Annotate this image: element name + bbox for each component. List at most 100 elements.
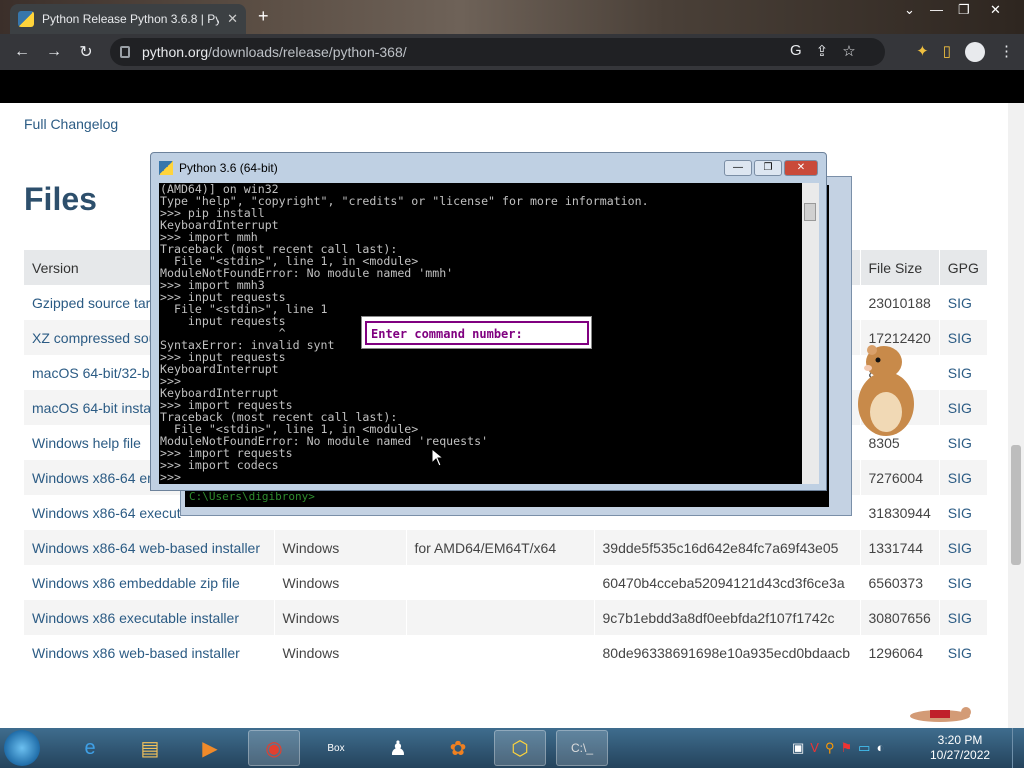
- table-cell: 1296064: [860, 635, 940, 670]
- gpg-signature-link[interactable]: SIG: [948, 575, 972, 591]
- file-download-link[interactable]: macOS 64-bit/32-b: [32, 365, 150, 381]
- files-heading: Files: [24, 181, 97, 217]
- tray-network-icon[interactable]: ▭: [858, 740, 870, 756]
- minimize-button[interactable]: —: [930, 2, 943, 17]
- reload-icon[interactable]: ↻: [70, 42, 102, 62]
- box-app-icon[interactable]: Box: [310, 730, 362, 766]
- cmd-taskbar-icon[interactable]: C:\_: [556, 730, 608, 766]
- gpg-signature-link[interactable]: SIG: [948, 295, 972, 311]
- address-bar[interactable]: python.org /downloads/release/python-368…: [110, 38, 885, 66]
- extensions-icon[interactable]: ✦: [916, 42, 929, 62]
- command-number-dialog[interactable]: Enter command number:: [361, 316, 592, 349]
- file-download-link[interactable]: Windows x86 web-based installer: [32, 645, 240, 661]
- python-taskbar-icon[interactable]: ⬡: [494, 730, 546, 766]
- table-cell: SIG: [939, 565, 988, 600]
- file-download-link[interactable]: Windows x86-64 execut: [32, 505, 181, 521]
- gpg-signature-link[interactable]: SIG: [948, 400, 972, 416]
- tray-volume-icon[interactable]: ◐: [876, 740, 884, 756]
- mouse-cursor-icon: [432, 449, 444, 467]
- url-path: /downloads/release/python-368/: [208, 44, 407, 60]
- close-button[interactable]: ✕: [784, 160, 818, 176]
- table-cell: Windows: [274, 565, 407, 600]
- file-explorer-icon[interactable]: ▤: [124, 730, 176, 766]
- tab-python-release[interactable]: Python Release Python 3.6.8 | Py ✕: [10, 4, 246, 34]
- file-download-link[interactable]: XZ compressed sou: [32, 330, 157, 346]
- tray-flag-icon[interactable]: ⚑: [841, 740, 853, 756]
- page-scrollbar[interactable]: [1008, 103, 1024, 728]
- gpg-signature-link[interactable]: SIG: [948, 505, 972, 521]
- python-window-title: Python 3.6 (64-bit): [179, 161, 278, 175]
- clock-date: 10/27/2022: [930, 748, 991, 762]
- back-arrow-icon[interactable]: ←: [6, 43, 38, 61]
- table-cell: SIG: [939, 425, 988, 460]
- table-cell: [406, 565, 595, 600]
- uc-browser-icon[interactable]: ✿: [432, 730, 484, 766]
- show-desktop-button[interactable]: [1012, 728, 1024, 768]
- table-cell: 6560373: [860, 565, 940, 600]
- table-cell: SIG: [939, 600, 988, 635]
- table-cell: Windows x86 executable installer: [24, 600, 275, 635]
- table-cell: SIG: [939, 460, 988, 495]
- file-download-link[interactable]: Gzipped source tar: [32, 295, 150, 311]
- tray-search-icon[interactable]: ⚲: [825, 740, 835, 756]
- table-cell: SIG: [939, 390, 988, 425]
- gpg-signature-link[interactable]: SIG: [948, 330, 972, 346]
- col-gpg: GPG: [939, 250, 988, 285]
- internet-explorer-icon[interactable]: e: [64, 730, 116, 766]
- tab-close-icon[interactable]: ✕: [227, 11, 238, 27]
- tray-v-icon[interactable]: V: [810, 740, 819, 756]
- tab-title: Python Release Python 3.6.8 | Py: [42, 12, 220, 26]
- file-download-link[interactable]: Windows x86-64 em: [32, 470, 159, 486]
- file-download-link[interactable]: Windows x86 executable installer: [32, 610, 239, 626]
- chrome-icon[interactable]: ◉: [248, 730, 300, 766]
- new-tab-button[interactable]: +: [258, 6, 269, 27]
- gpg-signature-link[interactable]: SIG: [948, 540, 972, 556]
- java-app-icon[interactable]: ♟: [372, 730, 424, 766]
- close-window-button[interactable]: ✕: [990, 2, 1001, 18]
- table-row: Windows x86 web-based installer Windows 80…: [24, 635, 988, 670]
- col-file-size: File Size: [860, 250, 940, 285]
- start-button-icon[interactable]: [4, 730, 40, 766]
- command-number-input[interactable]: Enter command number:: [365, 321, 589, 345]
- url-host: python.org: [142, 44, 209, 60]
- file-download-link[interactable]: Windows x86 embeddable zip file: [32, 575, 240, 591]
- table-cell: Windows x86-64 web-based installer: [24, 530, 275, 565]
- side-panel-icon[interactable]: ▯: [943, 42, 951, 62]
- gpg-signature-link[interactable]: SIG: [948, 610, 972, 626]
- table-cell: Windows: [274, 635, 407, 670]
- table-cell: for AMD64/EM64T/x64: [406, 530, 595, 565]
- file-download-link[interactable]: Windows help file: [32, 435, 141, 451]
- maximize-button[interactable]: ❐: [958, 2, 970, 18]
- cmd-prompt: C:\Users\digibrony>: [189, 490, 315, 503]
- bookmark-star-icon[interactable]: ☆: [842, 42, 855, 60]
- table-cell: Windows x86 embeddable zip file: [24, 565, 275, 600]
- profile-avatar-icon[interactable]: [965, 42, 985, 62]
- full-changelog-link[interactable]: Full Changelog: [24, 116, 118, 132]
- media-player-icon[interactable]: ▶: [184, 730, 236, 766]
- tab-search-icon[interactable]: ⌄: [904, 2, 915, 18]
- console-scrollbar-thumb[interactable]: [804, 203, 816, 221]
- gpg-signature-link[interactable]: SIG: [948, 435, 972, 451]
- file-download-link[interactable]: Windows x86-64 web-based installer: [32, 540, 260, 556]
- windows-taskbar: e ▤ ▶ ◉ Box ♟ ✿ ⬡ C:\_ ▣ V ⚲ ⚑ ▭ ◐ 3:20 …: [0, 728, 1024, 768]
- maximize-button[interactable]: ❐: [754, 160, 782, 176]
- system-tray: ▣ V ⚲ ⚑ ▭ ◐: [792, 740, 884, 756]
- share-icon[interactable]: ⇪: [816, 42, 829, 60]
- scrollbar-thumb[interactable]: [1011, 445, 1021, 565]
- google-icon[interactable]: G: [790, 42, 802, 60]
- gpg-signature-link[interactable]: SIG: [948, 365, 972, 381]
- table-cell: Windows: [274, 600, 407, 635]
- console-scrollbar[interactable]: [802, 183, 819, 484]
- table-cell: SIG: [939, 495, 988, 530]
- forward-arrow-icon[interactable]: →: [38, 43, 70, 61]
- console-line: KeyboardInterrupt: [160, 362, 279, 376]
- table-cell: SIG: [939, 635, 988, 670]
- taskbar-clock[interactable]: 3:20 PM 10/27/2022: [930, 733, 990, 763]
- minimize-button[interactable]: —: [724, 160, 752, 176]
- browser-toolbar: ← → ↻ python.org /downloads/release/pyth…: [0, 34, 1024, 70]
- gpg-signature-link[interactable]: SIG: [948, 470, 972, 486]
- tray-app-icon[interactable]: ▣: [792, 740, 804, 756]
- gpg-signature-link[interactable]: SIG: [948, 645, 972, 661]
- menu-kebab-icon[interactable]: ⋮: [999, 42, 1014, 62]
- file-download-link[interactable]: macOS 64-bit insta: [32, 400, 151, 416]
